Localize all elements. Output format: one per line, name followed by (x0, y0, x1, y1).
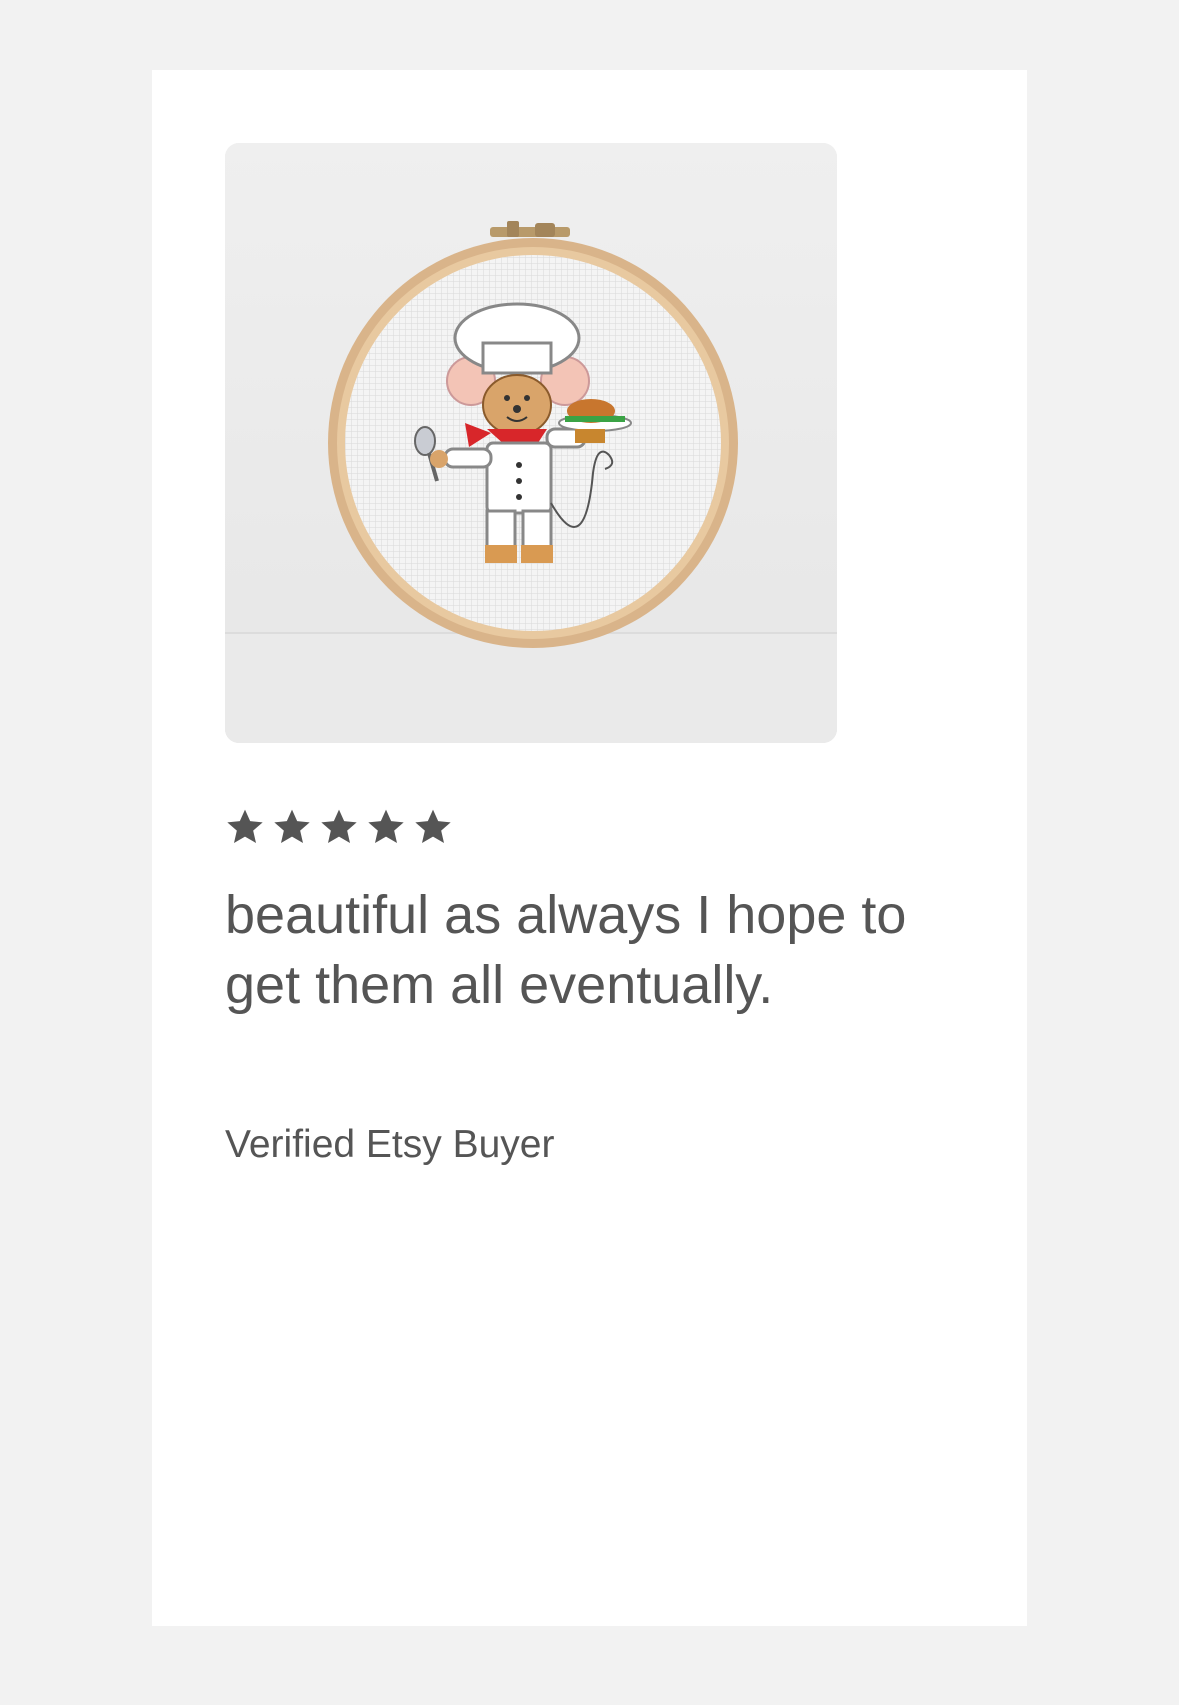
star-rating (225, 806, 460, 854)
product-photo (225, 143, 837, 743)
star-icon (319, 807, 366, 854)
cross-stitch-hoop-image (225, 143, 837, 743)
reviewer-name: Verified Etsy Buyer (225, 1123, 555, 1166)
star-icon (272, 807, 319, 854)
star-icon (225, 807, 272, 854)
review-text: beautiful as always I hope to get them a… (225, 885, 907, 1015)
star-icon (413, 807, 460, 854)
review-card: beautiful as always I hope to get them a… (152, 70, 1027, 1626)
star-icon (366, 807, 413, 854)
